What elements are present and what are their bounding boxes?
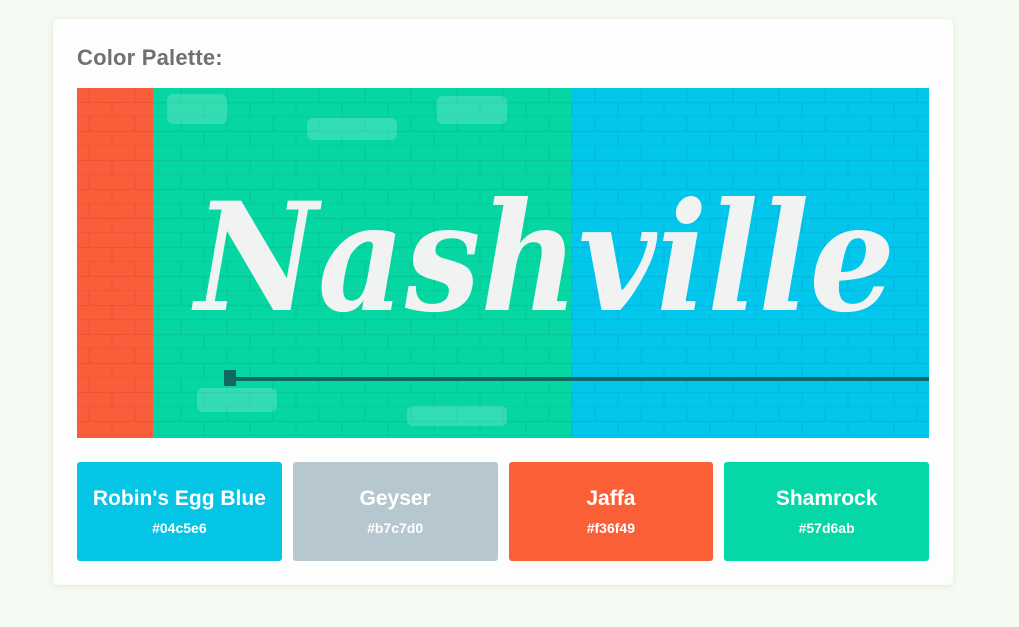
swatch-hex: #b7c7d0: [367, 520, 424, 536]
swatch-geyser[interactable]: Geyser #b7c7d0: [292, 462, 498, 561]
swatch-name: Geyser: [359, 487, 431, 510]
swatch-name: Robin's Egg Blue: [92, 487, 266, 510]
swatch-name: Jaffa: [586, 487, 636, 510]
swatch-row: Robin's Egg Blue #04c5e6 Geyser #b7c7d0 …: [77, 462, 929, 561]
swatch-hex: #57d6ab: [798, 520, 855, 536]
swatch-name: Shamrock: [775, 487, 878, 510]
palette-card: Color Palette: Nashville Robin's Egg Blu…: [53, 19, 953, 585]
swatch-shamrock[interactable]: Shamrock #57d6ab: [724, 462, 929, 561]
swatch-robins-egg-blue[interactable]: Robin's Egg Blue #04c5e6: [77, 462, 282, 561]
palette-source-image: Nashville: [77, 88, 929, 438]
nashville-sign-text: Nashville: [191, 170, 895, 346]
swatch-hex: #04c5e6: [152, 520, 207, 536]
palette-title: Color Palette:: [77, 45, 223, 70]
swatch-jaffa[interactable]: Jaffa #f36f49: [508, 462, 714, 561]
swatch-hex: #f36f49: [586, 520, 635, 536]
